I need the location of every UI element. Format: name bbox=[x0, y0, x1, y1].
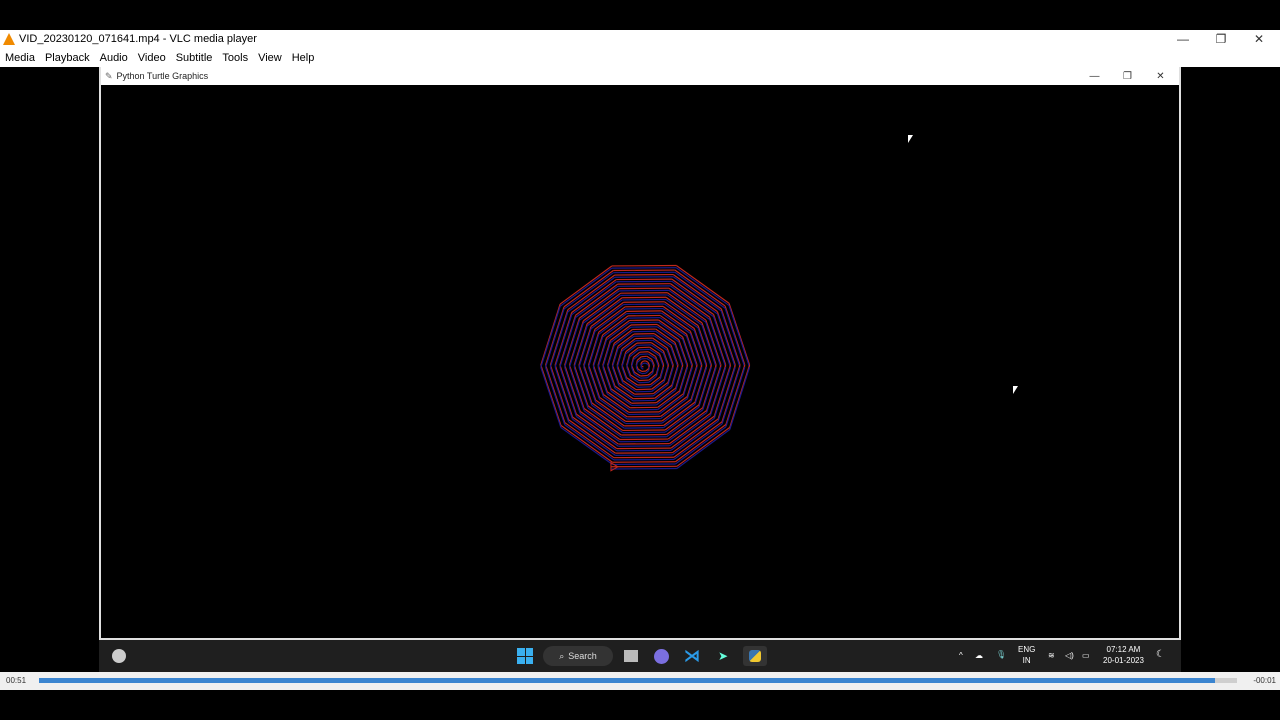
menu-playback[interactable]: Playback bbox=[45, 52, 90, 64]
spiral-segment bbox=[676, 426, 731, 467]
turtle-minimize-button[interactable]: — bbox=[1078, 71, 1111, 82]
menu-bar: Media Playback Audio Video Subtitle Tool… bbox=[0, 48, 1280, 67]
close-button[interactable]: ✕ bbox=[1240, 32, 1278, 46]
spiral-segment bbox=[549, 364, 570, 420]
spiral-segment bbox=[597, 364, 608, 392]
clock-date: 20-01-2023 bbox=[1103, 656, 1144, 665]
weather-icon[interactable] bbox=[111, 646, 127, 666]
turtle-canvas bbox=[101, 85, 1179, 638]
spiral-segment bbox=[645, 360, 649, 363]
menu-view[interactable]: View bbox=[258, 52, 282, 64]
spiral-segment bbox=[721, 367, 741, 425]
elapsed-time: 00:51 bbox=[6, 676, 27, 685]
python-app-icon[interactable] bbox=[743, 646, 767, 666]
spiral-segment bbox=[549, 309, 569, 366]
spiral-segment bbox=[592, 336, 604, 368]
microphone-icon[interactable]: 🎙 bbox=[996, 649, 1006, 660]
spiral-segment bbox=[640, 360, 644, 364]
spiral-segment bbox=[592, 334, 604, 366]
menu-audio[interactable]: Audio bbox=[100, 52, 128, 64]
terminal-app-icon[interactable]: ➤ bbox=[715, 646, 731, 666]
spiral-segment bbox=[549, 367, 570, 423]
spiral-segment bbox=[567, 276, 616, 313]
spiral-segment bbox=[682, 338, 693, 368]
menu-tools[interactable]: Tools bbox=[222, 52, 248, 64]
language-indicator[interactable]: ENG IN bbox=[1018, 644, 1035, 666]
mouse-cursor-icon bbox=[908, 135, 913, 143]
spiral-segment bbox=[686, 367, 698, 399]
spiral-segment bbox=[658, 353, 665, 366]
feather-icon: ✎ bbox=[105, 70, 113, 81]
spiral-segment bbox=[597, 367, 608, 395]
spiral-segment bbox=[616, 350, 623, 368]
spiral-segment bbox=[545, 308, 565, 368]
spiral-segment bbox=[673, 276, 722, 312]
spiral-segment bbox=[640, 366, 643, 369]
restore-button[interactable]: ❐ bbox=[1202, 32, 1240, 46]
spiral-segment bbox=[540, 303, 561, 366]
turtle-title-bar: ✎ Python Turtle Graphics — ❐ ✕ bbox=[101, 67, 1179, 85]
clock-time: 07:12 AM bbox=[1106, 645, 1141, 654]
spiral-segment bbox=[549, 311, 569, 368]
vlc-title-bar: VID_20230120_071641.mp4 - VLC media play… bbox=[0, 30, 1280, 48]
spiral-segment bbox=[621, 353, 627, 368]
vlc-seek-row: 00:51 -00:01 bbox=[0, 672, 1280, 690]
seek-bar[interactable] bbox=[39, 678, 1237, 683]
lang-bottom: IN bbox=[1022, 656, 1031, 665]
spiral-segment bbox=[621, 351, 627, 366]
onedrive-icon[interactable]: ☁ bbox=[975, 650, 983, 661]
battery-icon[interactable]: ▭ bbox=[1082, 650, 1090, 661]
vlc-cone-icon bbox=[3, 33, 15, 45]
task-view-icon[interactable] bbox=[623, 646, 639, 666]
spiral-segment bbox=[663, 367, 670, 383]
spiral-segment bbox=[682, 336, 693, 366]
remaining-time: -00:01 bbox=[1253, 676, 1276, 685]
taskbar-search-button[interactable]: ⌕ Search bbox=[543, 646, 613, 666]
spiral-segment bbox=[721, 364, 741, 422]
spiral-segment bbox=[621, 366, 628, 381]
spiral-drawing bbox=[540, 264, 751, 472]
spiral-segment bbox=[545, 367, 566, 425]
vscode-icon[interactable]: ⋊ bbox=[684, 646, 700, 666]
volume-icon[interactable]: ◁) bbox=[1065, 650, 1074, 661]
spiral-segment bbox=[686, 364, 698, 397]
spiral-segment bbox=[673, 421, 723, 458]
wifi-icon[interactable]: ≋ bbox=[1048, 650, 1055, 661]
spiral-segment bbox=[682, 364, 693, 394]
spiral-segment bbox=[662, 352, 669, 368]
spiral-segment bbox=[616, 348, 623, 366]
focus-moon-icon[interactable]: ☾ bbox=[1156, 649, 1165, 660]
search-icon: ⌕ bbox=[559, 650, 565, 661]
spiral-segment bbox=[725, 367, 746, 427]
minimize-button[interactable]: — bbox=[1164, 32, 1202, 46]
turtle-restore-button[interactable]: ❐ bbox=[1111, 71, 1144, 82]
menu-video[interactable]: Video bbox=[138, 52, 166, 64]
menu-help[interactable]: Help bbox=[292, 52, 315, 64]
show-hidden-icons-button[interactable]: ^ bbox=[959, 650, 963, 661]
spiral-segment bbox=[716, 311, 736, 366]
mouse-cursor-icon bbox=[1013, 386, 1018, 394]
turtle-window-title: Python Turtle Graphics bbox=[116, 71, 209, 81]
start-button[interactable] bbox=[515, 646, 535, 666]
menu-media[interactable]: Media bbox=[5, 52, 35, 64]
teams-chat-icon[interactable] bbox=[653, 646, 669, 666]
spiral-segment bbox=[682, 367, 693, 397]
seek-bar-fill bbox=[39, 678, 1216, 683]
spiral-segment bbox=[720, 308, 741, 366]
spiral-segment bbox=[645, 362, 649, 365]
turtle-close-button[interactable]: ✕ bbox=[1144, 71, 1177, 82]
video-area[interactable]: ✎ Python Turtle Graphics — ❐ ✕ ⌕ Search ⋊… bbox=[0, 67, 1280, 672]
clock[interactable]: 07:12 AM 20-01-2023 bbox=[1103, 644, 1144, 666]
spiral-segment bbox=[564, 422, 615, 459]
window-title: VID_20230120_071641.mp4 - VLC media play… bbox=[19, 33, 257, 45]
menu-subtitle[interactable]: Subtitle bbox=[176, 52, 213, 64]
spiral-segment bbox=[716, 313, 736, 368]
windows-taskbar: ⌕ Search ⋊ ➤ ^ ☁ 🎙 ENG IN ≋ ◁) ▭ 07:12 AM 2… bbox=[99, 640, 1181, 672]
spiral-segment bbox=[663, 364, 670, 380]
turtle-window: ✎ Python Turtle Graphics — ❐ ✕ bbox=[99, 67, 1181, 640]
spiral-segment bbox=[545, 306, 565, 366]
windows-icon bbox=[517, 648, 533, 664]
lang-top: ENG bbox=[1018, 645, 1036, 654]
search-label: Search bbox=[568, 651, 597, 661]
